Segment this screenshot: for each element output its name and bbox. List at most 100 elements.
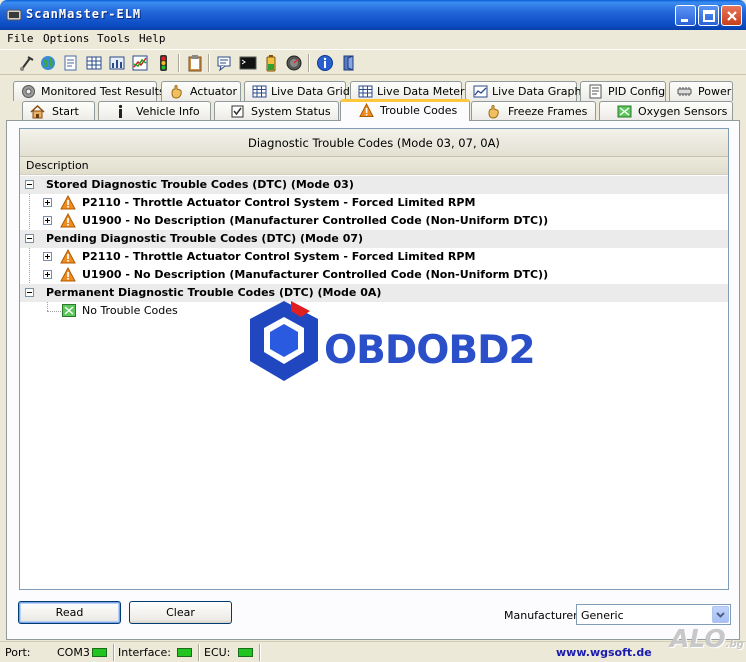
grid-icon[interactable] — [85, 54, 103, 72]
obdobd2-logo-icon — [250, 301, 318, 381]
tab-live-data-meter[interactable]: Live Data Meter — [350, 81, 465, 101]
tab-trouble-codes[interactable]: Trouble Codes — [340, 99, 470, 121]
menu-file[interactable]: File — [7, 32, 34, 45]
power-icon — [677, 87, 692, 96]
window-title: ScanMaster-ELM — [26, 7, 142, 21]
tab-actuator[interactable]: Actuator — [161, 81, 241, 101]
graph-icon[interactable] — [131, 54, 149, 72]
tab-pid-config[interactable]: PID Config — [580, 81, 666, 101]
clipboard-icon[interactable] — [186, 54, 204, 72]
expand-toggle[interactable] — [43, 270, 52, 279]
traffic-light-icon[interactable] — [154, 54, 172, 72]
hand-icon — [171, 85, 182, 99]
warning-icon — [60, 195, 76, 210]
close-button[interactable] — [721, 5, 742, 26]
menu-options[interactable]: Options — [43, 32, 89, 45]
terminal-icon[interactable] — [239, 54, 257, 72]
toolbar-separator — [208, 54, 210, 72]
dtc-item[interactable]: U1900 - No Description (Manufacturer Con… — [20, 266, 728, 284]
expand-toggle[interactable] — [43, 198, 52, 207]
hand-icon — [488, 105, 499, 119]
grid-icon — [252, 85, 267, 98]
menu-help[interactable]: Help — [139, 32, 166, 45]
tab-live-data-grid[interactable]: Live Data Grid — [244, 81, 350, 101]
config-icon — [589, 84, 602, 99]
exit-icon[interactable] — [340, 54, 358, 72]
manufacturer-select[interactable]: Generic — [576, 604, 731, 625]
status-separator — [113, 644, 115, 661]
no-codes-item[interactable]: No Trouble Codes — [20, 302, 728, 320]
meter-icon[interactable] — [108, 54, 126, 72]
column-header-description[interactable]: Description — [20, 157, 728, 175]
ecu-label: ECU: — [204, 646, 231, 659]
battery-icon[interactable] — [262, 54, 280, 72]
panel-title: Diagnostic Trouble Codes (Mode 03, 07, 0… — [248, 136, 500, 150]
dropdown-button[interactable] — [712, 606, 729, 623]
collapse-toggle[interactable] — [25, 234, 34, 243]
status-separator — [198, 644, 200, 661]
gauge-icon[interactable] — [285, 54, 303, 72]
document-icon[interactable] — [62, 54, 80, 72]
manufacturer-label: Manufacturer — [504, 609, 578, 622]
app-icon — [6, 9, 22, 21]
warning-icon — [60, 249, 76, 264]
tab-system-status[interactable]: System Status — [214, 101, 339, 121]
sensor-icon — [617, 105, 632, 118]
panel-header: Diagnostic Trouble Codes (Mode 03, 07, 0… — [20, 129, 728, 157]
tab-start[interactable]: Start — [22, 101, 95, 121]
close-icon — [727, 11, 737, 21]
collapse-toggle[interactable] — [25, 288, 34, 297]
tab-freeze-frames[interactable]: Freeze Frames — [471, 101, 596, 121]
maximize-button[interactable] — [698, 5, 719, 26]
port-label: Port: — [5, 646, 31, 659]
website-link[interactable]: www.wgsoft.de — [556, 646, 652, 659]
watermark-text: ALO.bg — [670, 624, 744, 653]
meter-icon — [358, 85, 373, 98]
info-icon — [118, 104, 123, 118]
warning-icon — [359, 103, 374, 117]
info-icon[interactable] — [316, 54, 334, 72]
clear-button[interactable]: Clear — [129, 601, 232, 624]
expand-toggle[interactable] — [43, 252, 52, 261]
interface-label: Interface: — [118, 646, 171, 659]
collapse-toggle[interactable] — [25, 180, 34, 189]
toolbar-separator — [178, 54, 180, 72]
gear-icon — [22, 85, 35, 98]
maximize-icon — [703, 10, 715, 22]
title-bar[interactable]: ScanMaster-ELM — [0, 0, 746, 30]
tab-vehicle-info[interactable]: Vehicle Info — [98, 101, 211, 121]
dtc-group-pending[interactable]: Pending Diagnostic Trouble Codes (DTC) (… — [20, 230, 728, 248]
port-status-led — [92, 648, 107, 657]
connect-icon[interactable] — [18, 54, 36, 72]
home-icon — [30, 104, 45, 119]
tab-oxygen-sensors[interactable]: Oxygen Sensors — [599, 101, 733, 121]
dtc-item[interactable]: P2110 - Throttle Actuator Control System… — [20, 248, 728, 266]
tab-power[interactable]: Power — [669, 81, 733, 101]
globe-icon[interactable] — [39, 54, 57, 72]
tab-live-data-graph[interactable]: Live Data Graph — [465, 81, 581, 101]
ecu-status-led — [238, 648, 253, 657]
graph-icon — [473, 85, 488, 98]
warning-icon — [60, 267, 76, 282]
chevron-down-icon — [716, 612, 725, 618]
dtc-item[interactable]: P2110 - Throttle Actuator Control System… — [20, 194, 728, 212]
menu-tools[interactable]: Tools — [97, 32, 130, 45]
status-bar: Port: COM3 Interface: ECU: www.wgsoft.de — [0, 641, 746, 662]
expand-toggle[interactable] — [43, 216, 52, 225]
read-button[interactable]: Read — [18, 601, 121, 624]
toolbar — [0, 49, 746, 75]
dtc-group-permanent[interactable]: Permanent Diagnostic Trouble Codes (DTC)… — [20, 284, 728, 302]
minimize-button[interactable] — [675, 5, 696, 26]
minimize-icon — [681, 19, 688, 22]
dtc-group-stored[interactable]: Stored Diagnostic Trouble Codes (DTC) (M… — [20, 176, 728, 194]
warning-icon — [60, 213, 76, 228]
toolbar-separator — [308, 54, 310, 72]
tab-monitored-test-results[interactable]: Monitored Test Results — [13, 81, 165, 101]
checklist-icon — [231, 105, 244, 118]
interface-status-led — [177, 648, 192, 657]
chat-icon[interactable] — [216, 54, 234, 72]
dtc-item[interactable]: U1900 - No Description (Manufacturer Con… — [20, 212, 728, 230]
no-codes-icon — [62, 304, 76, 317]
port-value: COM3 — [57, 646, 90, 659]
menu-bar: File Options Tools Help — [0, 30, 746, 48]
